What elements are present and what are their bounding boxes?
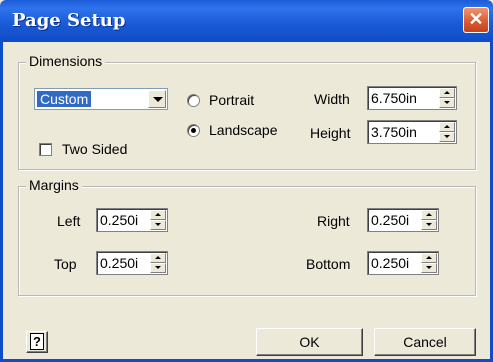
paper-size-value: Custom [37,91,92,107]
help-icon: ? [30,333,44,350]
top-margin-label: Top [54,256,77,272]
right-margin-stepper[interactable] [367,208,439,232]
left-margin-down-icon[interactable] [150,220,166,230]
width-input[interactable] [371,90,437,106]
dimensions-group-label: Dimensions [26,53,106,69]
height-stepper[interactable] [367,120,457,144]
left-margin-label: Left [57,213,81,229]
height-label: Height [310,125,351,141]
right-margin-label: Right [317,213,350,229]
title-bar[interactable]: Page Setup ✕ [0,0,493,42]
bottom-margin-input[interactable] [371,255,421,271]
left-margin-stepper[interactable] [96,208,168,232]
height-down-icon[interactable] [439,132,455,142]
width-label: Width [314,91,350,107]
chevron-down-icon[interactable] [148,90,166,108]
portrait-radio[interactable] [187,94,200,107]
right-margin-input[interactable] [371,212,421,228]
bottom-margin-down-icon[interactable] [421,263,437,273]
right-margin-down-icon[interactable] [421,220,437,230]
landscape-radio[interactable] [187,124,200,137]
margins-group-label: Margins [26,177,82,193]
bottom-margin-up-icon[interactable] [421,253,437,263]
left-margin-input[interactable] [100,212,150,228]
close-icon: ✕ [468,9,484,29]
paper-size-select[interactable]: Custom [34,88,168,110]
height-up-icon[interactable] [439,122,455,132]
two-sided-checkbox[interactable] [39,143,52,156]
width-up-icon[interactable] [439,88,455,98]
ok-button[interactable]: OK [256,328,363,356]
top-margin-stepper[interactable] [96,251,168,275]
portrait-label[interactable]: Portrait [209,92,254,108]
margins-group: Margins [18,177,476,296]
bottom-margin-label: Bottom [306,256,351,272]
top-margin-down-icon[interactable] [150,263,166,273]
left-margin-up-icon[interactable] [150,210,166,220]
help-button[interactable]: ? [26,331,48,353]
bottom-margin-stepper[interactable] [367,251,439,275]
landscape-label[interactable]: Landscape [209,122,278,138]
top-margin-input[interactable] [100,255,150,271]
right-margin-up-icon[interactable] [421,210,437,220]
width-down-icon[interactable] [439,98,455,108]
close-button[interactable]: ✕ [463,7,489,33]
cancel-button[interactable]: Cancel [374,328,476,356]
top-margin-up-icon[interactable] [150,253,166,263]
window-title: Page Setup [12,10,126,31]
two-sided-label[interactable]: Two Sided [62,141,127,157]
height-input[interactable] [371,124,437,140]
width-stepper[interactable] [367,86,457,110]
